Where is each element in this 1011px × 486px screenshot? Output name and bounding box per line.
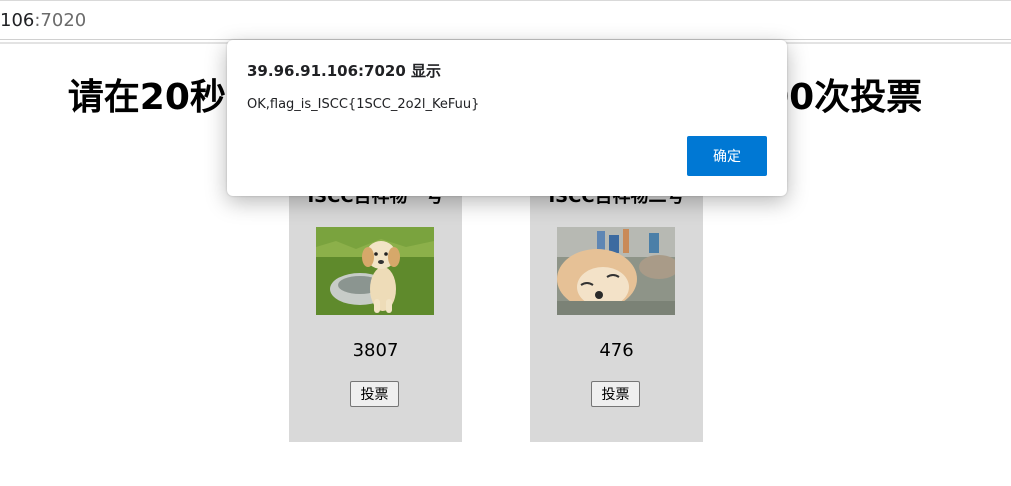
vote-count: 3807 xyxy=(352,340,399,361)
dialog-title: 39.96.91.106:7020 显示 xyxy=(247,62,441,80)
url-port: :7020 xyxy=(34,10,87,31)
alert-dialog: 39.96.91.106:7020 显示 OK,flag_is_ISCC{1SC… xyxy=(227,40,787,196)
url-text[interactable]: 106:7020 xyxy=(0,10,86,32)
puppy-photo-icon xyxy=(316,227,434,315)
dialog-message: OK,flag_is_ISCC{1SCC_2o2l_KeFuu} xyxy=(247,97,480,112)
candidate-card-2: ISCC吉祥物二号 476 投票 xyxy=(530,170,703,442)
url-host: 106 xyxy=(0,10,35,31)
ok-button[interactable]: 确定 xyxy=(687,136,767,176)
address-bar[interactable]: 106:7020 xyxy=(0,0,1011,40)
candidate-card-1: ISCC吉祥物一号 3807 投票 xyxy=(289,170,462,442)
vote-count: 476 xyxy=(599,340,634,361)
vote-button-1[interactable]: 投票 xyxy=(350,381,399,407)
shiba-photo-icon xyxy=(557,227,675,315)
vote-button-2[interactable]: 投票 xyxy=(591,381,640,407)
